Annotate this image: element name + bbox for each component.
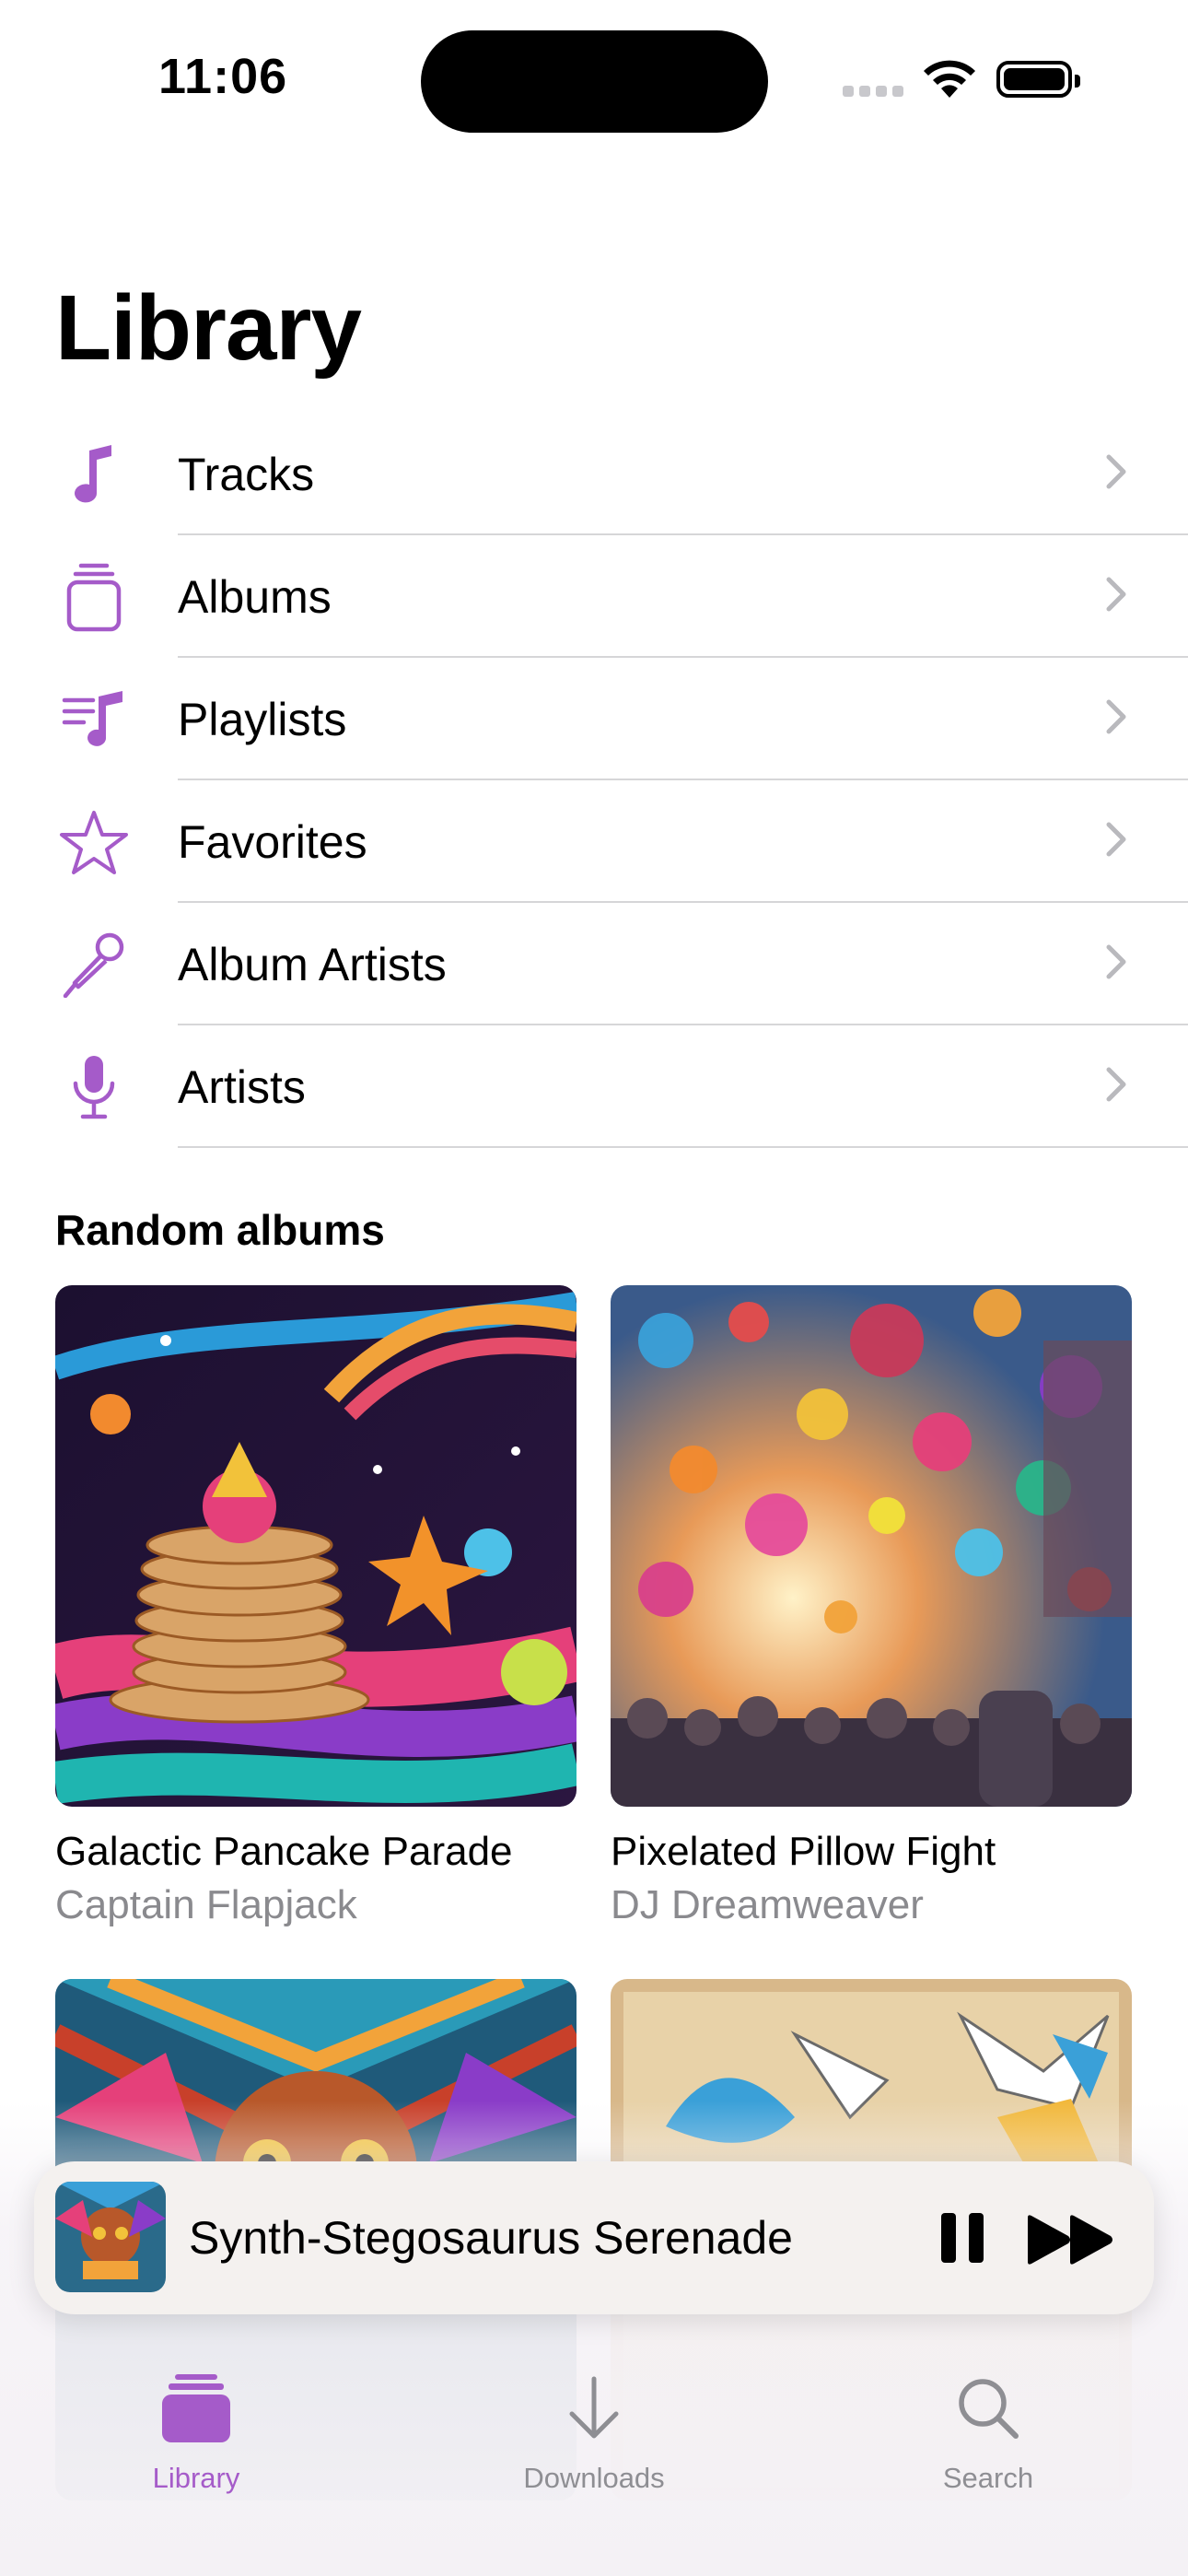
microphone-icon	[55, 1053, 133, 1121]
tab-library[interactable]: Library	[86, 2368, 307, 2495]
menu-item-label: Playlists	[178, 694, 347, 745]
separator	[178, 1146, 1188, 1148]
chevron-right-icon	[1106, 822, 1126, 857]
menu-item-label: Favorites	[178, 816, 367, 868]
search-icon	[878, 2368, 1099, 2449]
menu-item-label: Albums	[178, 571, 332, 623]
menu-item-tracks[interactable]: Tracks	[0, 413, 1188, 535]
album-card[interactable]: Galactic Pancake Parade Captain Flapjack	[55, 1285, 577, 1928]
album-stack-icon	[55, 563, 133, 632]
album-title: Galactic Pancake Parade	[55, 1829, 513, 1874]
menu-item-favorites[interactable]: Favorites	[0, 780, 1188, 903]
chevron-right-icon	[1106, 1067, 1126, 1102]
battery-icon	[996, 61, 1080, 98]
tab-search[interactable]: Search	[878, 2368, 1099, 2495]
album-cover	[55, 1285, 577, 1807]
chevron-right-icon	[1106, 944, 1126, 979]
album-title: Pixelated Pillow Fight	[611, 1829, 996, 1874]
cellular-signal-icon	[843, 86, 905, 97]
status-time: 11:06	[158, 49, 288, 104]
menu-item-album-artists[interactable]: Album Artists	[0, 903, 1188, 1025]
wifi-icon	[924, 60, 975, 98]
menu-item-playlists[interactable]: Playlists	[0, 658, 1188, 780]
menu-item-label: Artists	[178, 1061, 306, 1113]
download-arrow-icon	[483, 2368, 705, 2449]
now-playing-title: Synth-Stegosaurus Serenade	[189, 2212, 793, 2264]
library-menu: Tracks Albums Playlists Favorites Album …	[0, 413, 1188, 1148]
music-note-icon	[55, 440, 133, 509]
tab-label: Downloads	[523, 2462, 665, 2494]
pause-button[interactable]	[932, 2207, 993, 2268]
album-cover	[611, 1285, 1132, 1807]
status-bar: 11:06	[0, 0, 1188, 147]
album-artist: DJ Dreamweaver	[611, 1882, 924, 1927]
library-icon	[86, 2368, 307, 2449]
menu-item-albums[interactable]: Albums	[0, 535, 1188, 658]
tab-downloads[interactable]: Downloads	[483, 2368, 705, 2495]
page-title: Library	[55, 276, 362, 380]
tab-label: Search	[942, 2462, 1034, 2494]
playlist-icon	[55, 685, 133, 754]
dynamic-island	[421, 30, 768, 133]
tab-bar: Library Downloads Search	[0, 2340, 1188, 2576]
fast-forward-button[interactable]	[1024, 2212, 1116, 2267]
menu-item-label: Tracks	[178, 449, 315, 500]
chevron-right-icon	[1106, 577, 1126, 612]
chevron-right-icon	[1106, 454, 1126, 489]
microphone-stand-icon	[55, 931, 133, 999]
album-card[interactable]: Pixelated Pillow Fight DJ Dreamweaver	[611, 1285, 1132, 1928]
section-title-random-albums: Random albums	[55, 1206, 385, 1254]
mini-player[interactable]: Synth-Stegosaurus Serenade	[34, 2161, 1154, 2314]
chevron-right-icon	[1106, 699, 1126, 734]
album-artist: Captain Flapjack	[55, 1882, 357, 1927]
now-playing-artwork	[55, 2182, 166, 2292]
star-icon	[55, 808, 133, 876]
tab-label: Library	[152, 2462, 240, 2494]
menu-item-artists[interactable]: Artists	[0, 1025, 1188, 1148]
menu-item-label: Album Artists	[178, 939, 447, 990]
